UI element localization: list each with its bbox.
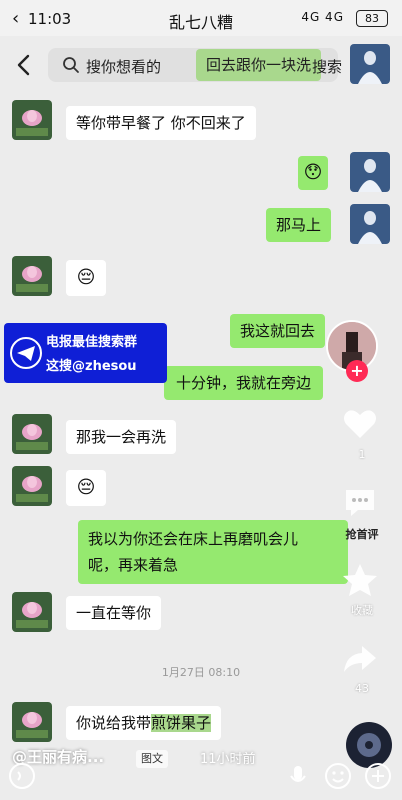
battery-indicator: 83 bbox=[356, 10, 388, 27]
signal-icon: 4G 4G bbox=[301, 10, 344, 24]
message-bubble[interactable]: 一直在等你 bbox=[66, 596, 162, 630]
search-button[interactable]: 搜索 bbox=[312, 56, 342, 77]
status-bar: ‹ 11:03 乱七八糟 4G 4G 83 bbox=[0, 0, 402, 36]
comment-label: 抢首评 bbox=[345, 528, 379, 541]
search-placeholder: 搜你想看的 bbox=[86, 58, 162, 76]
message-bubble[interactable]: 我以为你还会在床上再磨叽会儿 呢，再来着急 bbox=[78, 520, 348, 584]
message-line: 呢，再来着急 bbox=[88, 556, 179, 574]
message-bubble[interactable]: 😔 bbox=[66, 260, 106, 296]
search-suggestion[interactable]: 回去跟你一块洗 bbox=[196, 49, 322, 81]
lotus-avatar[interactable] bbox=[12, 414, 52, 454]
favorite-label: 收藏 bbox=[351, 604, 373, 617]
emoji-icon[interactable] bbox=[324, 762, 352, 790]
screen: ‹ 11:03 乱七八糟 4G 4G 83 搜你想看的 回去跟你一块洗 搜索 等… bbox=[0, 0, 402, 800]
user-avatar[interactable] bbox=[350, 204, 390, 244]
promo-line-2: 这搜@zhesou bbox=[46, 359, 137, 374]
video-action-panel: + 1 抢首评 收藏 43 bbox=[326, 300, 402, 720]
lotus-avatar[interactable] bbox=[12, 100, 52, 140]
heart-icon[interactable] bbox=[340, 404, 380, 444]
lotus-avatar[interactable] bbox=[12, 592, 52, 632]
message-bubble[interactable]: 😔 bbox=[66, 470, 106, 506]
chat-header: 搜你想看的 回去跟你一块洗 搜索 bbox=[0, 40, 402, 90]
share-count: 43 bbox=[355, 682, 369, 695]
promo-line-1: 电报最佳搜索群 bbox=[46, 335, 138, 350]
voice-wave-icon[interactable] bbox=[8, 762, 36, 790]
microphone-icon[interactable] bbox=[284, 762, 312, 790]
promo-banner[interactable]: 电报最佳搜索群 这搜@zhesou bbox=[4, 323, 167, 383]
user-avatar[interactable] bbox=[350, 152, 390, 192]
like-count: 1 bbox=[358, 448, 366, 461]
message-bubble[interactable]: 那马上 bbox=[266, 208, 332, 242]
message-bubble[interactable]: 那我一会再洗 bbox=[66, 420, 177, 454]
highlighted-keyword[interactable]: 煎饼果子 bbox=[151, 714, 212, 732]
message-bubble[interactable]: 十分钟，我就在旁边 bbox=[164, 366, 324, 400]
message-bubble[interactable]: 你说给我带煎饼果子 bbox=[66, 706, 222, 740]
lotus-avatar[interactable] bbox=[12, 466, 52, 506]
add-icon[interactable] bbox=[364, 762, 392, 790]
message-line: 我以为你还会在床上再磨叽会儿 bbox=[88, 530, 299, 548]
star-icon[interactable] bbox=[340, 560, 380, 600]
post-type-tag: 图文 bbox=[136, 750, 168, 768]
search-bar[interactable]: 搜你想看的 回去跟你一块洗 搜索 bbox=[48, 48, 342, 82]
message-text: 你说给我带 bbox=[76, 714, 152, 732]
follow-button[interactable]: + bbox=[346, 360, 368, 382]
back-arrow-icon[interactable] bbox=[14, 53, 34, 77]
share-icon[interactable] bbox=[340, 638, 380, 678]
lotus-avatar[interactable] bbox=[12, 702, 52, 742]
message-bubble[interactable]: 我这就回去 bbox=[230, 314, 326, 348]
message-bubble[interactable]: 等你带早餐了 你不回来了 bbox=[66, 106, 256, 140]
lotus-avatar[interactable] bbox=[12, 256, 52, 296]
contact-avatar[interactable] bbox=[350, 44, 390, 84]
search-icon bbox=[63, 57, 79, 73]
post-time: 11小时前 bbox=[200, 752, 256, 767]
comment-icon[interactable] bbox=[340, 482, 380, 522]
video-info-bar: @王丽有病... 图文 11小时前 bbox=[0, 722, 402, 800]
message-bubble[interactable]: 😯 bbox=[298, 156, 328, 190]
telegram-logo-icon bbox=[10, 337, 42, 369]
